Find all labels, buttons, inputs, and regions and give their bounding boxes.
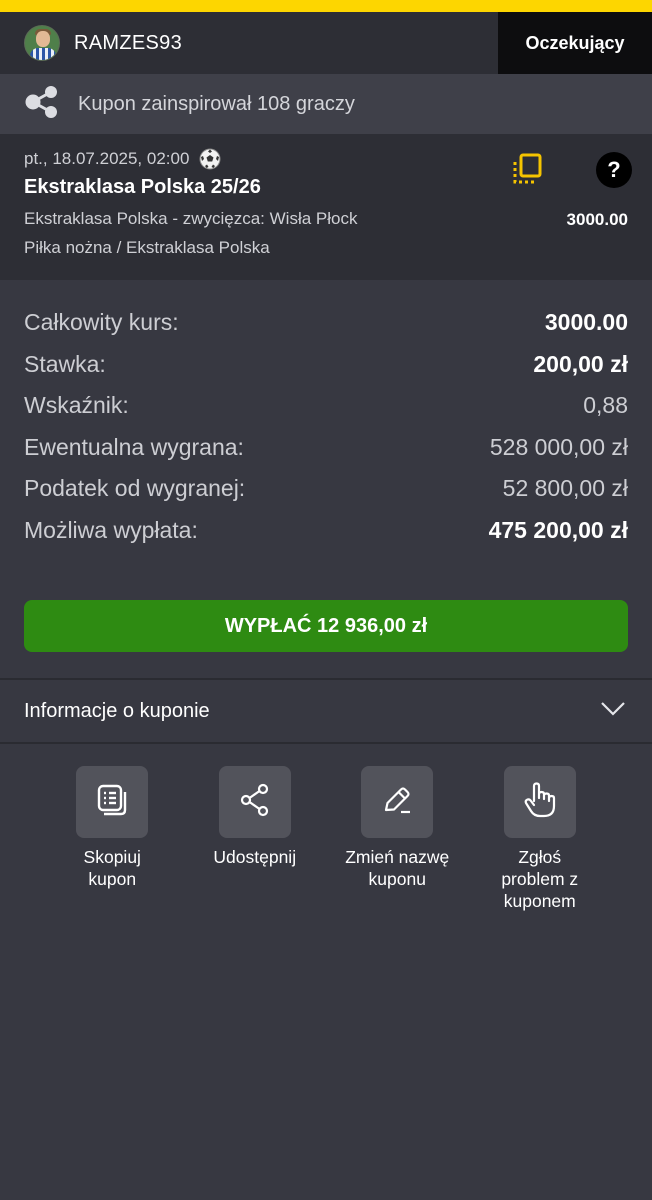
coupon-actions: Skopiuj kupon Udostępnij Zmień nazwę kup… <box>0 766 652 912</box>
summary-label: Wskaźnik: <box>24 392 129 419</box>
help-icon[interactable]: ? <box>596 152 632 188</box>
pencil-icon <box>380 783 414 822</box>
copy-coupon-label: Skopiuj kupon <box>83 847 141 889</box>
cashout-button[interactable]: WYPŁAĆ 12 936,00 zł <box>24 600 628 652</box>
summary-label: Stawka: <box>24 350 106 377</box>
bet-event-card: pt., 18.07.2025, 02:00 Ekstraklasa Polsk… <box>0 134 652 280</box>
football-icon <box>199 148 221 170</box>
coupon-info-label: Informacje o kuponie <box>24 699 210 722</box>
summary-row-indicator: Wskaźnik: 0,88 <box>24 385 628 427</box>
summary-value: 475 200,00 zł <box>488 516 628 543</box>
coupon-info-toggle[interactable]: Informacje o kuponie <box>0 680 652 742</box>
copy-coupon-action[interactable]: Skopiuj kupon <box>41 766 184 912</box>
report-coupon-label: Zgłoś problem z kuponem <box>501 847 579 911</box>
status-badge: Oczekujący <box>498 12 652 74</box>
divider <box>0 742 652 744</box>
share-icon <box>238 783 272 822</box>
top-accent-stripe <box>0 0 652 12</box>
share-coupon-action[interactable]: Udostępnij <box>184 766 327 912</box>
avatar[interactable] <box>24 25 60 61</box>
bet-selection: Ekstraklasa Polska - zwycięzca: Wisła Pł… <box>24 209 358 228</box>
rename-coupon-action[interactable]: Zmień nazwę kuponu <box>326 766 469 912</box>
selection-odd: 3000.00 <box>566 210 628 229</box>
share-network-icon <box>24 85 60 124</box>
share-coupon-label: Udostępnij <box>213 847 297 867</box>
summary-value: 3000.00 <box>544 309 628 336</box>
event-category: Piłka nożna / Ekstraklasa Polska <box>24 238 270 257</box>
summary-label: Podatek od wygranej: <box>24 475 246 502</box>
event-date-text: pt., 18.07.2025, 02:00 <box>24 149 190 168</box>
inspired-players-text: Kupon zainspirował 108 graczy <box>78 92 355 115</box>
coupon-summary: Całkowity kurs: 3000.00 Stawka: 200,00 z… <box>0 280 652 551</box>
summary-label: Możliwa wypłata: <box>24 516 198 543</box>
rename-coupon-button[interactable] <box>361 766 434 838</box>
summary-label: Ewentualna wygrana: <box>24 433 244 460</box>
summary-row-total-odd: Całkowity kurs: 3000.00 <box>24 302 628 344</box>
summary-value: 200,00 zł <box>533 350 628 377</box>
copy-coupon-button[interactable] <box>76 766 149 838</box>
report-coupon-button[interactable] <box>503 766 576 838</box>
report-coupon-action[interactable]: Zgłoś problem z kuponem <box>469 766 612 912</box>
inspired-players-bar[interactable]: Kupon zainspirował 108 graczy <box>0 74 652 134</box>
coupon-header: RAMZES93 Oczekujący <box>0 12 652 74</box>
summary-row-potential-win: Ewentualna wygrana: 528 000,00 zł <box>24 427 628 469</box>
summary-value: 528 000,00 zł <box>489 433 628 460</box>
share-coupon-button[interactable] <box>218 766 291 838</box>
copy-selection-icon[interactable] <box>510 152 544 186</box>
username[interactable]: RAMZES93 <box>74 32 182 55</box>
summary-label: Całkowity kurs: <box>24 309 179 336</box>
copy-list-icon <box>94 782 130 823</box>
summary-row-tax: Podatek od wygranej: 52 800,00 zł <box>24 468 628 510</box>
chevron-down-icon <box>600 700 626 723</box>
summary-value: 52 800,00 zł <box>502 475 628 502</box>
rename-coupon-label: Zmień nazwę kuponu <box>345 847 450 889</box>
summary-row-possible-payout: Możliwa wypłata: 475 200,00 zł <box>24 510 628 552</box>
raised-hand-icon <box>522 781 558 824</box>
summary-value: 0,88 <box>583 392 628 419</box>
summary-row-stake: Stawka: 200,00 zł <box>24 344 628 386</box>
